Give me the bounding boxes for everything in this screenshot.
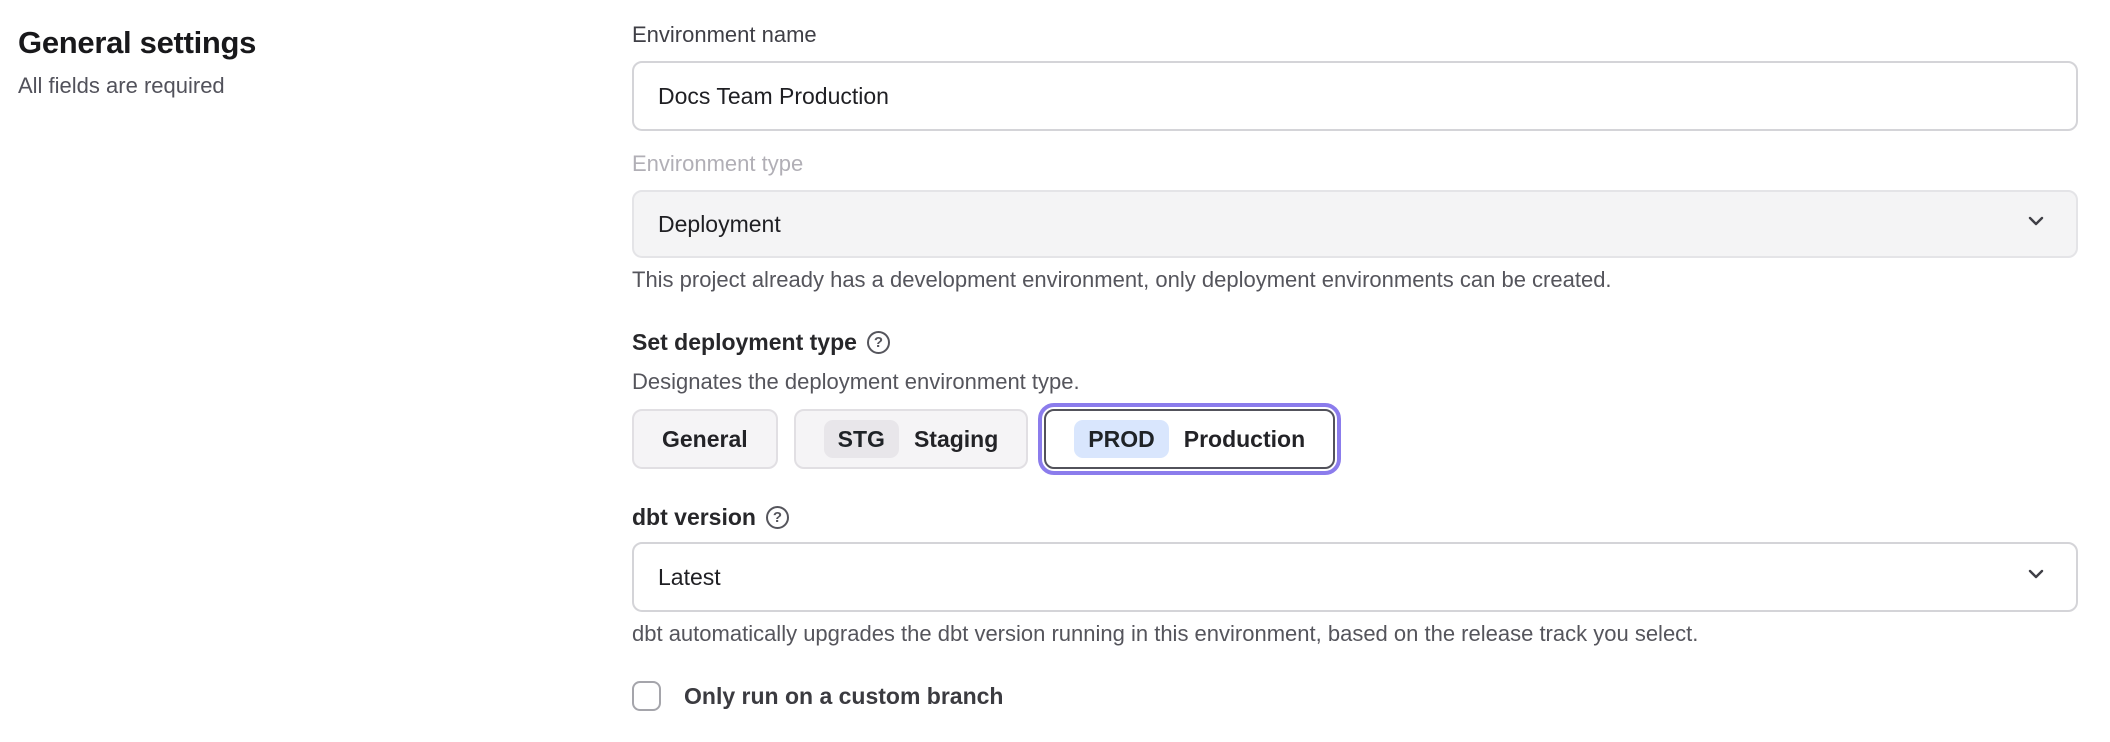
dbt-version-label: dbt version [632,504,756,531]
environment-type-value: Deployment [658,211,781,238]
option-label: Production [1184,426,1305,453]
dbt-version-field: dbt version ? Latest dbt automatically u… [632,504,2078,647]
environment-type-field: Environment type Deployment This project… [632,151,2078,293]
production-badge: PROD [1074,420,1168,458]
environment-type-label: Environment type [632,151,2078,177]
environment-name-input[interactable] [632,61,2078,131]
environment-name-field: Environment name [632,22,2078,131]
help-icon[interactable]: ? [867,331,890,354]
environment-type-select: Deployment [632,190,2078,258]
custom-branch-row: Only run on a custom branch [632,681,2078,711]
environment-name-label: Environment name [632,22,2078,48]
deployment-type-options: General STG Staging PROD Production [632,409,2078,469]
general-settings-page: General settings All fields are required… [0,0,2110,711]
deployment-type-heading: Set deployment type [632,329,857,356]
option-label: General [662,426,748,453]
chevron-down-icon [2024,562,2048,592]
option-label: Staging [914,426,998,453]
deployment-type-option-general[interactable]: General [632,409,778,469]
dbt-version-helper: dbt automatically upgrades the dbt versi… [632,621,2078,647]
page-title: General settings [18,24,632,62]
custom-branch-checkbox[interactable] [632,681,661,711]
help-icon[interactable]: ? [766,506,789,529]
deployment-type-section: Set deployment type ? Designates the dep… [632,329,2078,469]
deployment-type-option-production[interactable]: PROD Production [1044,409,1335,469]
environment-settings-form: Environment name Environment type Deploy… [632,0,2078,711]
settings-intro-panel: General settings All fields are required [0,0,632,711]
deployment-type-description: Designates the deployment environment ty… [632,369,2078,395]
environment-type-helper: This project already has a development e… [632,267,2078,293]
deployment-type-heading-row: Set deployment type ? [632,329,2078,356]
staging-badge: STG [824,420,899,458]
dbt-version-heading-row: dbt version ? [632,504,2078,531]
chevron-down-icon [2024,209,2048,239]
custom-branch-label[interactable]: Only run on a custom branch [684,683,1003,710]
dbt-version-select[interactable]: Latest [632,542,2078,612]
page-subtitle: All fields are required [18,72,632,100]
deployment-type-option-staging[interactable]: STG Staging [794,409,1029,469]
dbt-version-value: Latest [658,564,721,591]
